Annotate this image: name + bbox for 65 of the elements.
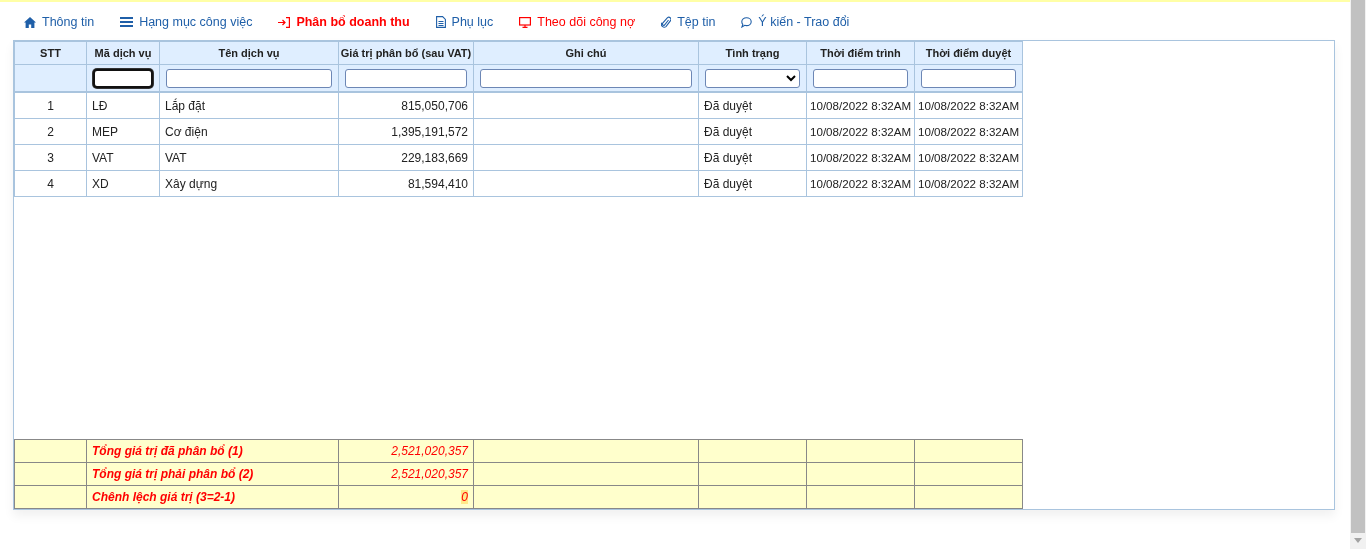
tab[interactable]: Tệp tin <box>661 13 716 31</box>
table-cell: 10/08/2022 8:32AM <box>918 125 1020 138</box>
column-header: STT <box>14 41 87 65</box>
total-value: 2,521,020,357 <box>391 444 468 458</box>
paperclip-icon <box>661 16 672 28</box>
table-cell: Cơ điện <box>165 124 208 139</box>
speech-bubble-icon <box>741 16 753 28</box>
table-cell: 4 <box>47 176 54 191</box>
sign-in-arrow-icon <box>278 16 291 28</box>
table-cell: Đã duyệt <box>704 150 753 165</box>
table-cell: 10/08/2022 8:32AM <box>810 125 912 138</box>
tab[interactable]: Hạng mục công việc <box>120 13 253 31</box>
filter-field[interactable] <box>345 68 467 88</box>
table-cell: 10/08/2022 8:32AM <box>810 151 912 164</box>
table-cell: 815,050,706 <box>401 98 468 113</box>
table-cell: 10/08/2022 8:32AM <box>810 177 912 190</box>
column-header: Mã dịch vụ <box>86 41 160 65</box>
table-cell: Xây dựng <box>165 176 218 191</box>
table-cell: LĐ <box>92 98 108 113</box>
table-cell: 3 <box>47 150 54 165</box>
tab[interactable]: Theo dõi công nợ <box>519 13 636 31</box>
table-cell: VAT <box>92 150 114 165</box>
column-header: Thời điểm trình <box>806 41 915 65</box>
column-header: Thời điểm duyệt <box>914 41 1023 65</box>
filter-field[interactable] <box>480 68 692 88</box>
home-icon <box>24 16 36 28</box>
table-cell: Đã duyệt <box>704 98 753 113</box>
column-header: Ghi chú <box>473 41 699 65</box>
filter-field[interactable] <box>93 68 153 88</box>
total-label: Tổng giá trị đã phân bổ (1) <box>92 444 243 458</box>
table-cell: Lắp đặt <box>165 98 206 113</box>
column-header: Giá trị phân bổ (sau VAT) <box>338 41 474 65</box>
table-cell: 10/08/2022 8:32AM <box>918 151 1020 164</box>
column-header: Tình trạng <box>698 41 807 65</box>
table-cell: 1,395,191,572 <box>391 124 468 139</box>
filter-field[interactable] <box>166 68 332 88</box>
tab[interactable]: Thông tin <box>24 13 95 31</box>
filter-dropdown[interactable] <box>705 68 800 88</box>
total-value: 0 <box>461 490 468 504</box>
table-cell: 81,594,410 <box>407 176 468 191</box>
table-cell: 2 <box>47 124 54 139</box>
tab[interactable]: Phân bổ doanh thu <box>278 13 410 31</box>
table-cell: 10/08/2022 8:32AM <box>810 99 912 112</box>
column-header: Tên dịch vụ <box>159 41 339 65</box>
total-value: 2,521,020,357 <box>391 467 468 481</box>
table-cell: 10/08/2022 8:32AM <box>918 99 1020 112</box>
filter-field[interactable] <box>921 68 1016 88</box>
table-cell: Đã duyệt <box>704 176 753 191</box>
tab[interactable]: Phụ lục <box>435 13 494 31</box>
table-cell: Đã duyệt <box>704 124 753 139</box>
tab[interactable]: Ý kiến - Trao đổi <box>741 13 850 31</box>
list-icon <box>120 17 134 27</box>
table-cell: MEP <box>92 124 118 139</box>
table-cell: 1 <box>47 98 54 113</box>
total-label: Chênh lệch giá trị (3=2-1) <box>92 490 236 504</box>
scroll-down-icon[interactable] <box>1354 538 1362 543</box>
table-cell: XD <box>92 176 109 191</box>
document-icon <box>435 16 446 28</box>
table-cell: 229,183,669 <box>401 150 468 165</box>
table-cell: 10/08/2022 8:32AM <box>918 177 1020 190</box>
total-label: Tổng giá trị phải phân bổ (2) <box>92 467 254 481</box>
table-cell: VAT <box>165 150 187 165</box>
filter-field[interactable] <box>813 68 908 88</box>
scrollbar-thumb[interactable] <box>1351 0 1365 533</box>
monitor-icon <box>519 16 532 28</box>
